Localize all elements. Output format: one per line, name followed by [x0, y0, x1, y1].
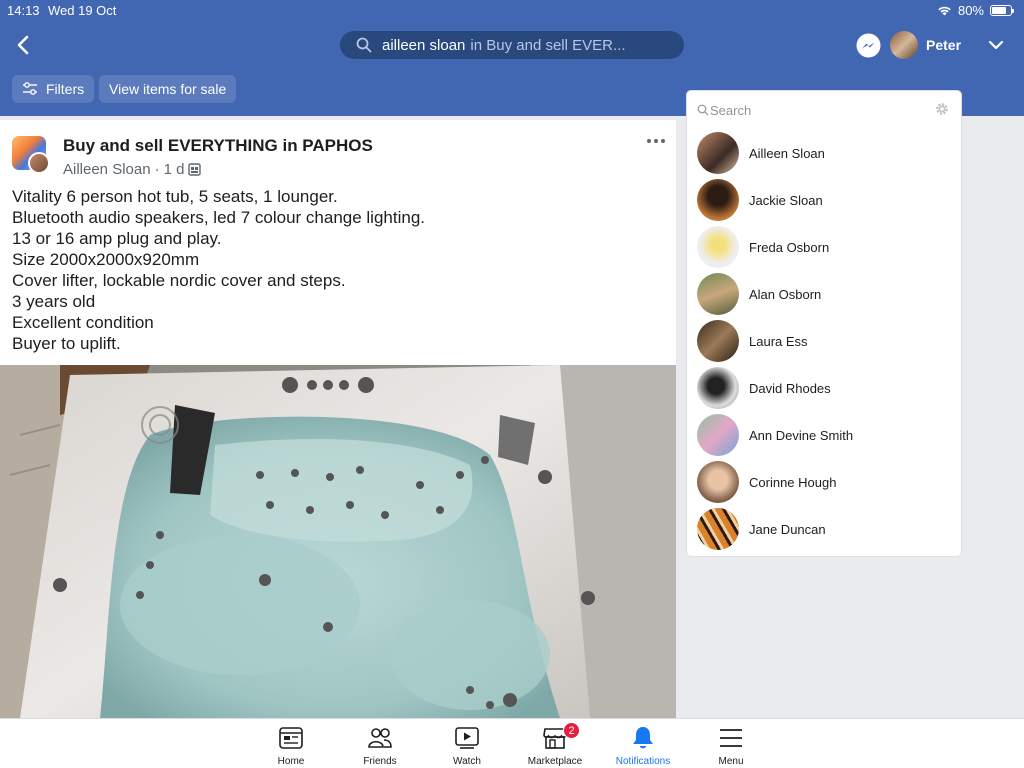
friend-item-laura-ess[interactable]: Laura Ess: [697, 319, 953, 363]
friends-icon: [368, 728, 392, 748]
search-icon: [356, 37, 372, 53]
friend-avatar: [697, 320, 739, 362]
friend-name: Ailleen Sloan: [749, 145, 825, 161]
friend-avatar: [697, 414, 739, 456]
group-name[interactable]: Buy and sell EVERYTHING in PAPHOS: [63, 136, 373, 156]
search-query: ailleen sloan: [382, 36, 466, 54]
tab-label: Menu: [718, 756, 744, 767]
friend-item-alan-osborn[interactable]: Alan Osborn: [697, 272, 953, 316]
tab-label: Friends: [363, 756, 397, 767]
post-time[interactable]: 1 d: [164, 161, 185, 178]
home-icon: [279, 727, 303, 749]
wifi-icon: [938, 6, 951, 16]
meta-separator: ·: [154, 161, 160, 178]
post-line: Vitality 6 person hot tub, 5 seats, 1 lo…: [12, 187, 338, 206]
friend-avatar: [697, 367, 739, 409]
status-bar: 14:13 Wed 19 Oct 80%: [0, 0, 1024, 22]
status-right: 80%: [937, 3, 1014, 18]
tab-label: Watch: [453, 756, 481, 767]
back-arrow-icon[interactable]: [12, 33, 36, 57]
battery-percent: 80%: [957, 3, 984, 18]
hot-tub-photo[interactable]: [0, 365, 676, 718]
sliders-icon: [23, 82, 37, 95]
tab-home[interactable]: Home: [251, 725, 331, 767]
marketplace-badge: 2: [563, 722, 580, 739]
filters-label: Filters: [46, 81, 85, 97]
profile-name: Peter: [926, 37, 962, 53]
friend-item-freda-osborn[interactable]: Freda Osborn: [697, 225, 953, 269]
friend-name: Ann Devine Smith: [749, 427, 854, 443]
menu-icon: [720, 729, 742, 747]
avatar: [890, 31, 918, 59]
friend-name: Freda Osborn: [749, 239, 830, 255]
friend-avatar: [697, 273, 739, 315]
friend-avatar: [697, 179, 739, 221]
tab-menu[interactable]: Menu: [691, 725, 771, 767]
post-line: Excellent condition: [12, 313, 154, 332]
view-items-for-sale-button[interactable]: View items for sale: [99, 75, 237, 103]
bottom-tab-bar: Home Friends Watch 2 Marketplace Notific…: [0, 718, 1024, 768]
filters-button[interactable]: Filters: [12, 75, 95, 103]
friend-name: Laura Ess: [749, 333, 808, 349]
author-avatar: [28, 152, 50, 174]
profile-button[interactable]: Peter: [890, 31, 961, 59]
sidebar-search-input[interactable]: Search: [697, 101, 951, 119]
friend-name: Corinne Hough: [749, 474, 837, 490]
post-line: Buyer to uplift.: [12, 334, 121, 353]
friend-item-corinne-hough[interactable]: Corinne Hough: [697, 460, 953, 504]
post-card: Buy and sell EVERYTHING in PAPHOS Aillee…: [0, 120, 676, 718]
post-line: 3 years old: [12, 292, 96, 311]
more-options-icon[interactable]: [645, 134, 667, 148]
friend-item-jackie-sloan[interactable]: Jackie Sloan: [697, 178, 953, 222]
friend-name: Jackie Sloan: [749, 192, 823, 208]
view-items-label: View items for sale: [109, 81, 227, 97]
tab-label: Home: [277, 756, 305, 767]
tab-label: Marketplace: [527, 756, 583, 767]
gear-icon[interactable]: [935, 102, 949, 116]
friend-item-david-rhodes[interactable]: David Rhodes: [697, 366, 953, 410]
friend-item-ann-devine-smith[interactable]: Ann Devine Smith: [697, 413, 953, 457]
friend-avatar: [697, 508, 739, 550]
post-line: Size 2000x2000x920mm: [12, 250, 200, 269]
friend-name: David Rhodes: [749, 380, 831, 396]
friend-avatar: [697, 461, 739, 503]
post-line: Bluetooth audio speakers, led 7 colour c…: [12, 208, 426, 227]
status-time: 14:13: [7, 3, 40, 18]
post-author[interactable]: Ailleen Sloan: [63, 161, 151, 178]
battery-icon: [990, 5, 1014, 16]
tab-marketplace[interactable]: 2 Marketplace: [515, 722, 595, 767]
watch-icon: [455, 727, 479, 749]
search-icon: [697, 104, 709, 116]
chevron-down-icon[interactable]: [986, 36, 1006, 54]
friend-avatar: [697, 226, 739, 268]
post-text: Vitality 6 person hot tub, 5 seats, 1 lo…: [12, 186, 425, 354]
tab-friends[interactable]: Friends: [340, 725, 420, 767]
search-bar[interactable]: ailleen sloan in Buy and sell EVER...: [340, 31, 684, 59]
tab-watch[interactable]: Watch: [427, 725, 507, 767]
group-privacy-icon: [188, 163, 202, 176]
group-avatar[interactable]: [12, 136, 50, 174]
post-line: 13 or 16 amp plug and play.: [12, 229, 222, 248]
status-date: Wed 19 Oct: [48, 3, 117, 18]
friend-item-ailleen-sloan[interactable]: Ailleen Sloan: [697, 131, 953, 175]
friend-item-jane-duncan[interactable]: Jane Duncan: [697, 507, 953, 551]
post-line: Cover lifter, lockable nordic cover and …: [12, 271, 346, 290]
friends-sidebar: Search Ailleen Sloan Jackie Sloan Freda …: [686, 90, 962, 557]
messenger-icon[interactable]: [856, 33, 881, 58]
friend-name: Alan Osborn: [749, 286, 822, 302]
friend-avatar: [697, 132, 739, 174]
post-meta: Ailleen Sloan · 1 d: [63, 161, 202, 178]
tab-label: Notifications: [615, 756, 671, 767]
tab-notifications[interactable]: Notifications: [603, 725, 683, 767]
friend-name: Jane Duncan: [749, 521, 826, 537]
bell-icon: [633, 727, 653, 749]
sidebar-search-placeholder: Search: [710, 102, 752, 118]
search-context: in Buy and sell EVER...: [470, 36, 626, 54]
